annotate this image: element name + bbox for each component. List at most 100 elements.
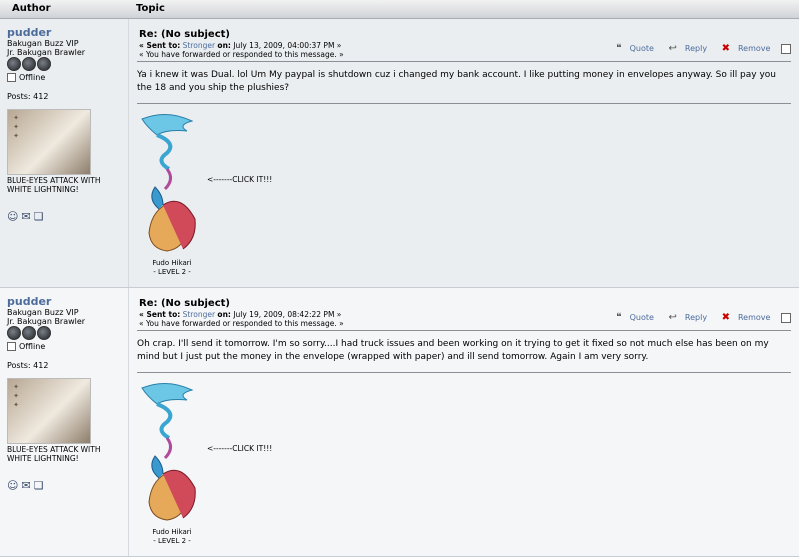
author-group: Bakugan Buzz VIP Jr. Bakugan Brawler — [7, 308, 85, 326]
table-header: Author Topic — [0, 0, 799, 19]
quote-label: Quote — [629, 313, 654, 322]
topic-column-header: Topic — [136, 3, 165, 14]
forward-note: « You have forwarded or responded to thi… — [139, 319, 344, 328]
select-checkbox[interactable] — [781, 43, 791, 54]
remove-button[interactable]: ✖ Remove — [716, 312, 771, 323]
author-name-link[interactable]: pudder — [7, 295, 51, 308]
sent-to-label: « Sent to: — [139, 310, 181, 319]
on-label: on: — [217, 41, 231, 50]
reply-icon: ↩ — [668, 312, 677, 323]
remove-icon: ✖ — [721, 312, 730, 323]
quote-label: Quote — [629, 44, 654, 53]
creature-tail — [163, 168, 172, 191]
signature-dragon-image[interactable] — [137, 378, 217, 538]
author-group: Bakugan Buzz VIP Jr. Bakugan Brawler — [7, 39, 85, 57]
profile-icon[interactable]: ☺ — [7, 479, 21, 492]
email-icon[interactable]: ✉ — [21, 210, 33, 223]
status-icon — [7, 342, 16, 351]
quote-icon: ❝ — [616, 43, 622, 54]
post-actions: ❝ Quote ↩ Reply ✖ Remove — [604, 43, 791, 54]
reply-icon: ↩ — [668, 43, 677, 54]
signature-level: - LEVEL 2 - — [153, 268, 191, 276]
dragon-body — [156, 133, 173, 171]
post-title: Re: (No subject) — [139, 29, 230, 40]
post-meta: « Sent to: Stronger on: July 19, 2009, 0… — [139, 310, 344, 328]
star-icon — [37, 57, 51, 71]
quote-button[interactable]: ❝ Quote — [610, 312, 654, 323]
avatar: ✦✦✦ — [7, 109, 91, 175]
status-text: Offline — [19, 73, 46, 82]
dragon-wing — [141, 383, 194, 405]
online-status: Offline — [7, 73, 45, 82]
email-icon[interactable]: ✉ — [21, 479, 33, 492]
online-status: Offline — [7, 342, 45, 351]
click-it-text: <-------CLICK IT!!! — [207, 444, 273, 453]
signature-dragon-image[interactable] — [137, 109, 217, 269]
reply-label: Reply — [684, 44, 708, 53]
post-title: Re: (No subject) — [139, 298, 230, 309]
recipient-link[interactable]: Stronger — [183, 310, 215, 319]
creature-tail — [163, 437, 172, 460]
reply-button[interactable]: ↩ Reply — [663, 312, 708, 323]
post-count: Posts: 412 — [7, 92, 49, 101]
member-rank: Jr. Bakugan Brawler — [7, 48, 86, 57]
dragon-body — [156, 402, 173, 440]
select-checkbox[interactable] — [781, 312, 791, 323]
quote-button[interactable]: ❝ Quote — [610, 43, 654, 54]
signature-name: Fudo Hikari — [152, 259, 192, 267]
remove-label: Remove — [737, 313, 771, 322]
user-icons: ☺✉❏ — [7, 210, 47, 223]
star-icon — [37, 326, 51, 340]
remove-button[interactable]: ✖ Remove — [716, 43, 771, 54]
remove-label: Remove — [737, 44, 771, 53]
post-date: July 19, 2009, 08:42:22 PM » — [233, 310, 342, 319]
member-group: Bakugan Buzz VIP — [7, 308, 79, 317]
message-text: Ya i knew it was Dual. lol Um My paypal … — [137, 70, 777, 93]
on-label: on: — [217, 310, 231, 319]
signature-caption: Fudo Hikari - LEVEL 2 - — [147, 528, 197, 546]
avatar: ✦✦✦ — [7, 378, 91, 444]
dragon-wing — [141, 114, 194, 136]
status-icon — [7, 73, 16, 82]
reply-button[interactable]: ↩ Reply — [663, 43, 708, 54]
signature-caption: Fudo Hikari - LEVEL 2 - — [147, 259, 197, 277]
post-body: Re: (No subject) « Sent to: Stronger on:… — [137, 288, 791, 556]
member-rank: Jr. Bakugan Brawler — [7, 317, 86, 326]
message-post: pudder Bakugan Buzz VIP Jr. Bakugan Braw… — [0, 288, 799, 557]
divider — [137, 330, 791, 331]
click-it-text: <-------CLICK IT!!! — [207, 175, 273, 184]
divider — [137, 103, 791, 104]
rank-stars — [7, 326, 52, 343]
avatar-art-icon: ✦✦✦ — [12, 114, 20, 141]
user-icons: ☺✉❏ — [7, 479, 47, 492]
user-signature-text: BLUE-EYES ATTACK WITH WHITE LIGHTNING! — [7, 176, 101, 194]
sent-to-label: « Sent to: — [139, 41, 181, 50]
reply-label: Reply — [684, 313, 708, 322]
star-icon — [22, 57, 36, 71]
post-count: Posts: 412 — [7, 361, 49, 370]
avatar-art-icon: ✦✦✦ — [12, 383, 20, 410]
profile-icon[interactable]: ☺ — [7, 210, 21, 223]
pm-icon[interactable]: ❏ — [34, 479, 47, 492]
divider — [137, 372, 791, 373]
message-post: pudder Bakugan Buzz VIP Jr. Bakugan Braw… — [0, 19, 799, 288]
creature-fin — [151, 186, 164, 210]
forward-note: « You have forwarded or responded to thi… — [139, 50, 344, 59]
star-icon — [7, 326, 21, 340]
message-text: Oh crap. I'll send it tomorrow. I'm so s… — [137, 339, 769, 362]
user-signature-text: BLUE-EYES ATTACK WITH WHITE LIGHTNING! — [7, 445, 101, 463]
post-date: July 13, 2009, 04:00:37 PM » — [233, 41, 342, 50]
rank-stars — [7, 57, 52, 74]
author-name-link[interactable]: pudder — [7, 26, 51, 39]
signature-level: - LEVEL 2 - — [153, 537, 191, 545]
divider — [137, 61, 791, 62]
star-icon — [22, 326, 36, 340]
author-panel: pudder Bakugan Buzz VIP Jr. Bakugan Braw… — [0, 19, 129, 287]
author-column-header: Author — [12, 3, 51, 14]
status-text: Offline — [19, 342, 46, 351]
quote-icon: ❝ — [616, 312, 622, 323]
creature-fin — [151, 455, 164, 479]
author-panel: pudder Bakugan Buzz VIP Jr. Bakugan Braw… — [0, 288, 129, 556]
pm-icon[interactable]: ❏ — [34, 210, 47, 223]
recipient-link[interactable]: Stronger — [183, 41, 215, 50]
